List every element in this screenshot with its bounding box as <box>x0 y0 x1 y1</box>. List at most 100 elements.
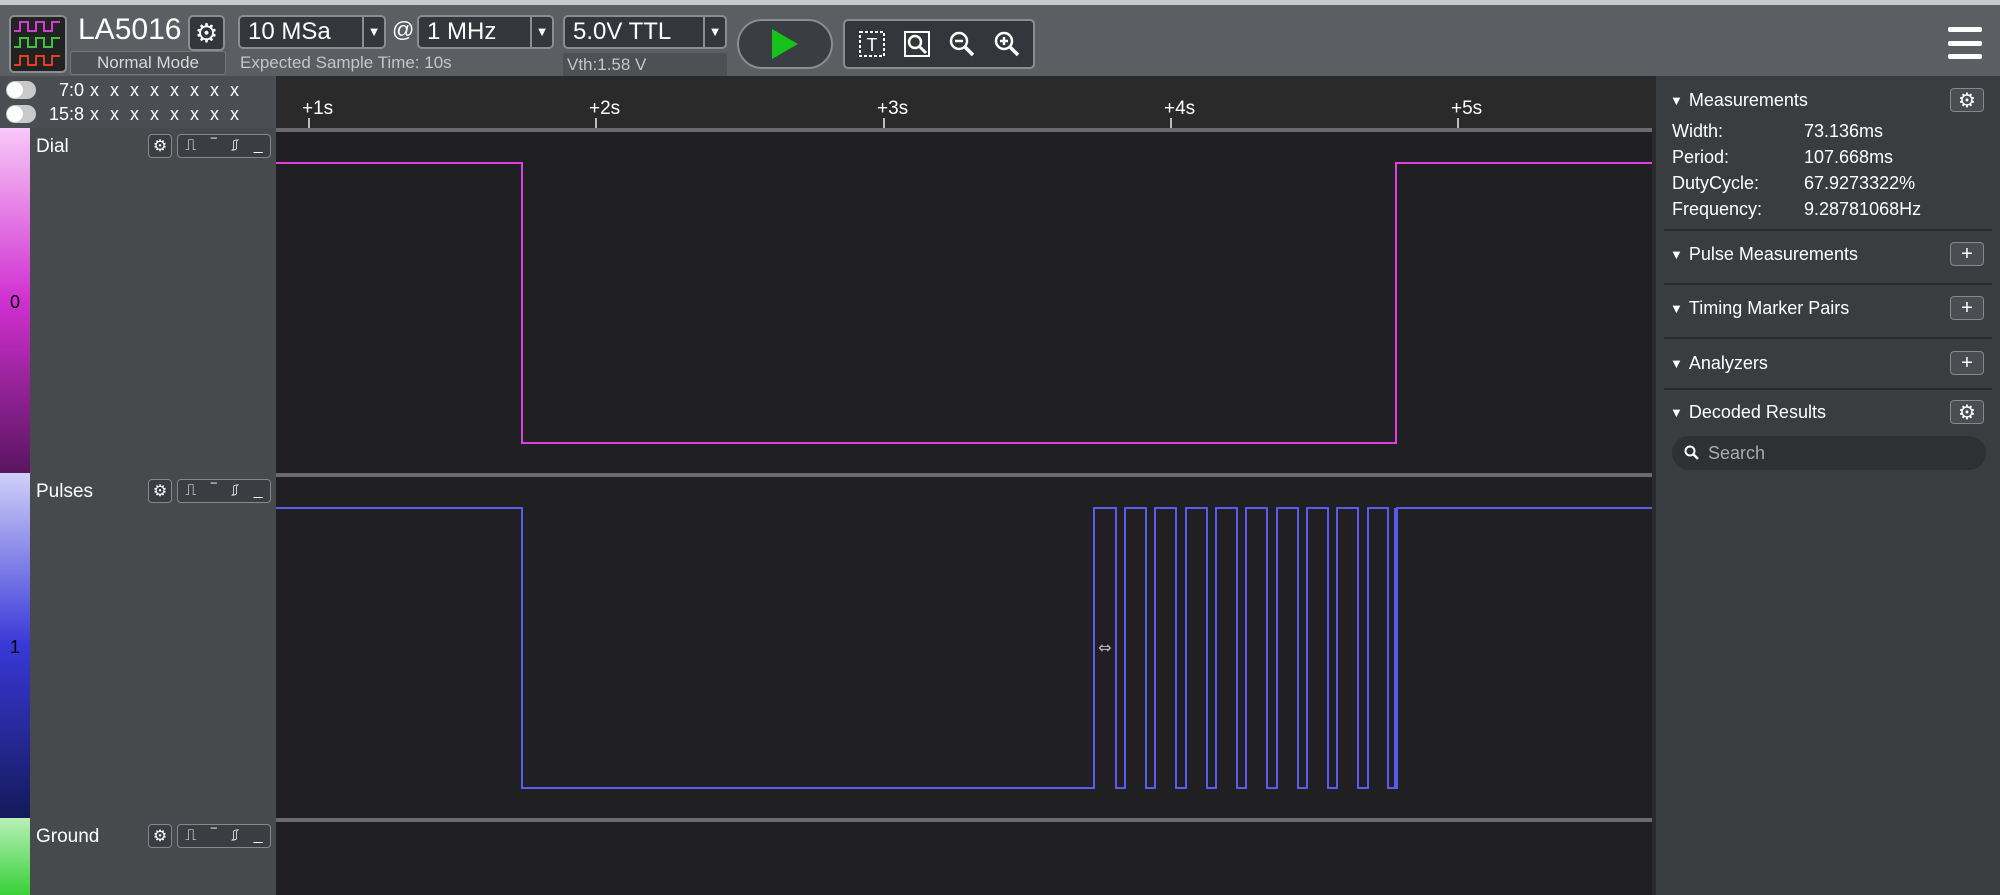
bit-values: x x x x x x x x <box>90 79 243 100</box>
collapse-triangle-icon: ▼ <box>1670 92 1683 108</box>
channel-gear-icon[interactable]: ⚙ <box>148 824 172 848</box>
waveform-canvas: ⇔ <box>276 128 1652 822</box>
channel-dial-header[interactable]: 0 Dial ⚙ ⎍ ‾ ⎎ _ <box>0 128 276 473</box>
zoom-out-icon[interactable] <box>943 25 981 63</box>
sample-rate-value: 1 MHz <box>427 18 497 45</box>
time-ruler[interactable]: +1s +2s +3s +4s +5s <box>276 76 1652 128</box>
bit-range-label: 15:8 <box>48 103 84 124</box>
measurement-key: Width: <box>1672 121 1724 141</box>
collapse-triangle-icon: ▼ <box>1670 300 1683 316</box>
analyzers-section-header[interactable]: ▼ Analyzers <box>1670 349 1990 377</box>
channel-gear-icon[interactable]: ⚙ <box>148 134 172 158</box>
measurement-row: DutyCycle: 67.9273322% <box>1672 173 1915 194</box>
section-divider <box>1664 337 1992 339</box>
search-input[interactable]: Search <box>1672 436 1986 470</box>
sample-depth-select[interactable]: 10 MSa ▼ <box>238 15 386 49</box>
add-timing-marker-plus-icon[interactable]: + <box>1950 296 1984 320</box>
right-panel: ▼ Measurements ⚙ Width: 73.136ms Period: 1… <box>1652 76 2000 895</box>
dial-waveform <box>276 162 1652 444</box>
bit-range-label: 7:0 <box>58 79 84 100</box>
mode-label[interactable]: Normal Mode <box>70 51 226 75</box>
sample-depth-value: 10 MSa <box>248 18 331 45</box>
threshold-select[interactable]: 5.0V TTL ▼ <box>563 15 727 49</box>
channel-index: 1 <box>9 637 20 657</box>
svg-text:⇔: ⇔ <box>1098 638 1111 657</box>
measurement-key: Frequency: <box>1672 199 1763 219</box>
channel-name: Pulses <box>36 481 94 502</box>
time-tick-label: +1s <box>302 98 334 119</box>
measurement-key: Period: <box>1672 147 1730 167</box>
time-tick-label: +2s <box>589 98 621 119</box>
decoded-results-section-header[interactable]: ▼ Decoded Results <box>1670 398 1990 426</box>
section-divider <box>1664 388 1992 390</box>
time-tick-mark <box>883 118 885 128</box>
collapse-triangle-icon: ▼ <box>1670 246 1683 262</box>
time-tick-mark <box>1170 118 1172 128</box>
channel-name: Ground <box>36 826 100 847</box>
threshold-value: 5.0V TTL <box>573 18 672 45</box>
measurement-value: 107.668ms <box>1804 147 1894 167</box>
add-analyzer-plus-icon[interactable]: + <box>1950 351 1984 375</box>
time-tick-label: +4s <box>1164 98 1196 119</box>
view-tool-group: T <box>843 19 1035 69</box>
svg-text:T: T <box>866 35 877 55</box>
device-settings-gear-icon[interactable]: ⚙ <box>188 15 225 51</box>
channel-pulses-header[interactable]: 1 Pulses ⚙ ⎍ ‾ ⎎ _ <box>0 473 276 818</box>
run-button[interactable] <box>737 19 833 69</box>
chevron-down-icon: ▼ <box>530 17 552 47</box>
bit-row-high: 15:8 x x x x x x x x <box>6 102 242 126</box>
channel-index: 0 <box>9 292 20 312</box>
pulse-measurements-section-header[interactable]: ▼ Pulse Measurements <box>1670 240 1990 268</box>
text-tool-icon[interactable]: T <box>853 25 891 63</box>
logic-analyzer-icon[interactable] <box>9 15 67 73</box>
expected-sample-time: Expected Sample Time: 10s <box>240 53 452 72</box>
play-icon <box>772 29 798 59</box>
time-tick-mark <box>595 118 597 128</box>
trigger-edge-icons[interactable]: ⎍ ‾ ⎎ _ <box>177 824 271 848</box>
measurement-row: Width: 73.136ms <box>1672 121 1883 142</box>
measurement-row: Period: 107.668ms <box>1672 147 1893 168</box>
timing-marker-pairs-section-header[interactable]: ▼ Timing Marker Pairs <box>1670 294 1990 322</box>
measurement-value: 67.9273322% <box>1804 173 1916 193</box>
hamburger-menu-icon[interactable] <box>1948 27 1982 59</box>
collapse-triangle-icon: ▼ <box>1670 404 1683 420</box>
pulses-waveform <box>276 507 1652 789</box>
measurement-key: DutyCycle: <box>1672 173 1760 193</box>
vth-readout: Vth:1.58 V <box>563 53 727 76</box>
section-divider <box>1664 229 1992 231</box>
measurement-value: 73.136ms <box>1804 121 1884 141</box>
sample-rate-select[interactable]: 1 MHz ▼ <box>417 15 554 49</box>
section-divider <box>1664 283 1992 285</box>
waveform-area[interactable]: ⇔ <box>276 128 1652 895</box>
decoded-results-gear-icon[interactable]: ⚙ <box>1950 400 1984 424</box>
time-tick-label: +3s <box>877 98 909 119</box>
bit-toggle[interactable] <box>6 105 36 123</box>
section-title: Analyzers <box>1688 352 1768 373</box>
add-pulse-measurement-plus-icon[interactable]: + <box>1950 242 1984 266</box>
trigger-edge-icons[interactable]: ⎍ ‾ ⎎ _ <box>177 479 271 503</box>
measurement-value: 9.28781068Hz <box>1804 199 1922 219</box>
section-title: Pulse Measurements <box>1688 243 1858 264</box>
section-title: Measurements <box>1688 89 1808 110</box>
bit-values: x x x x x x x x <box>90 103 243 124</box>
channel-ground-header[interactable]: Ground ⚙ ⎍ ‾ ⎎ _ <box>0 818 276 895</box>
bit-values-panel: 7:0 x x x x x x x x 15:8 x x x x x x x x <box>0 76 276 128</box>
channel-gear-icon[interactable]: ⚙ <box>148 479 172 503</box>
collapse-triangle-icon: ▼ <box>1670 355 1683 371</box>
search-placeholder: Search <box>1708 442 1766 463</box>
time-tick-label: +5s <box>1451 98 1483 119</box>
bit-row-low: 7:0 x x x x x x x x <box>6 78 242 102</box>
trigger-edge-icons[interactable]: ⎍ ‾ ⎎ _ <box>177 134 271 158</box>
chevron-down-icon: ▼ <box>703 17 725 47</box>
bit-toggle[interactable] <box>6 81 36 99</box>
measurements-section-header[interactable]: ▼ Measurements <box>1670 86 1990 114</box>
time-tick-mark <box>1457 118 1459 128</box>
channel-name: Dial <box>36 136 69 157</box>
chevron-down-icon: ▼ <box>362 17 384 47</box>
search-icon <box>1684 445 1699 460</box>
time-tick-mark <box>308 118 310 128</box>
zoom-in-icon[interactable] <box>988 25 1026 63</box>
zoom-fit-icon[interactable] <box>898 25 936 63</box>
measurements-gear-icon[interactable]: ⚙ <box>1950 88 1984 112</box>
measurement-row: Frequency: 9.28781068Hz <box>1672 199 1921 220</box>
